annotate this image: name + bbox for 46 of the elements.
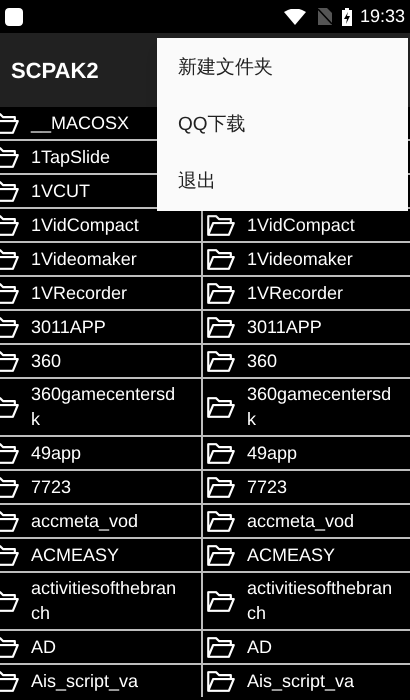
folder-item[interactable]: 7723 bbox=[0, 471, 201, 503]
folder-item[interactable]: 1Videomaker bbox=[203, 243, 410, 275]
folder-item[interactable]: 1Videomaker bbox=[0, 243, 201, 275]
battery-charging-icon bbox=[342, 8, 352, 26]
folder-item[interactable]: 3011APP bbox=[203, 311, 410, 343]
folder-icon bbox=[207, 442, 235, 464]
notification-icon bbox=[5, 8, 23, 26]
folder-item[interactable]: ACMEASY bbox=[0, 539, 201, 571]
folder-icon bbox=[207, 350, 235, 372]
wifi-icon bbox=[284, 8, 306, 24]
app-title: SCPAK2 bbox=[11, 56, 99, 84]
folder-item[interactable]: Ais_script_va bbox=[0, 665, 201, 697]
folder-item[interactable]: AD bbox=[203, 631, 410, 663]
folder-item[interactable]: 360gamecentersdk bbox=[0, 379, 201, 435]
folder-item[interactable]: 1VidCompact bbox=[0, 209, 201, 241]
folder-item[interactable]: 3011APP bbox=[0, 311, 201, 343]
folder-icon bbox=[207, 396, 235, 418]
folder-item[interactable]: AD bbox=[0, 631, 201, 663]
folder-item[interactable]: activitiesofthebranch bbox=[203, 573, 410, 629]
folder-item[interactable]: 49app bbox=[203, 437, 410, 469]
no-sim-icon bbox=[318, 8, 332, 25]
folder-item[interactable]: 49app bbox=[0, 437, 201, 469]
folder-item[interactable]: 7723 bbox=[203, 471, 410, 503]
folder-item[interactable]: ACMEASY bbox=[203, 539, 410, 571]
folder-item[interactable]: 360gamecentersdk bbox=[203, 379, 410, 435]
folder-item[interactable]: 1VRecorder bbox=[0, 277, 201, 309]
folder-item[interactable]: accmeta_vod bbox=[203, 505, 410, 537]
clock-time: 19:33 bbox=[360, 5, 405, 28]
folder-item[interactable]: 1VidCompact bbox=[203, 209, 410, 241]
folder-icon bbox=[207, 248, 235, 270]
folder-icon bbox=[207, 282, 235, 304]
folder-item[interactable]: accmeta_vod bbox=[0, 505, 201, 537]
folder-item[interactable]: 1VRecorder bbox=[203, 277, 410, 309]
menu-item[interactable]: 新建文件夹 bbox=[157, 40, 408, 97]
folder-icon bbox=[207, 636, 235, 658]
folder-icon bbox=[207, 670, 235, 692]
folder-item[interactable]: 360 bbox=[203, 345, 410, 377]
folder-item[interactable]: Ais_script_va bbox=[203, 665, 410, 697]
folder-icon bbox=[207, 544, 235, 566]
folder-icon bbox=[207, 510, 235, 532]
folder-icon bbox=[207, 214, 235, 236]
folder-icon bbox=[207, 590, 235, 612]
folder-item[interactable]: activitiesofthebranch bbox=[0, 573, 201, 629]
folder-icon bbox=[207, 316, 235, 338]
folder-icon bbox=[207, 476, 235, 498]
folder-item[interactable]: 360 bbox=[0, 345, 201, 377]
